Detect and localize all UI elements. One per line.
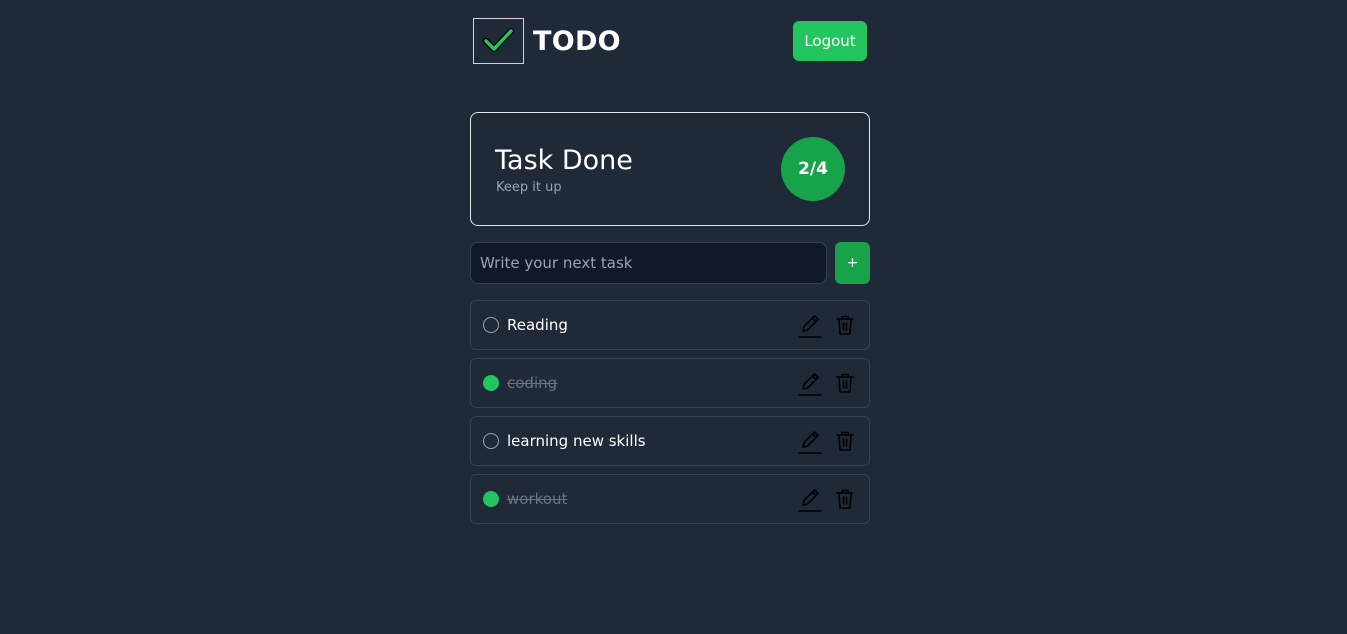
trash-icon[interactable] (834, 313, 856, 337)
task-status-toggle[interactable] (483, 317, 499, 333)
logout-button[interactable]: Logout (793, 21, 867, 61)
add-task-button[interactable]: + (835, 242, 870, 284)
task-label: coding (507, 374, 558, 392)
task-status-toggle[interactable] (483, 433, 499, 449)
edit-icon[interactable] (798, 371, 822, 397)
trash-icon[interactable] (834, 487, 856, 511)
task-item: Reading (470, 300, 870, 350)
app-header: TODO Logout (473, 18, 867, 64)
progress-counter: 2/4 (781, 137, 845, 201)
task-status-toggle[interactable] (483, 375, 499, 391)
task-list: Reading coding learning new skills worko… (470, 300, 870, 532)
summary-title: Task Done (495, 145, 633, 176)
task-label: workout (507, 490, 568, 508)
task-item: workout (470, 474, 870, 524)
task-status-toggle[interactable] (483, 491, 499, 507)
trash-icon[interactable] (834, 429, 856, 453)
edit-icon[interactable] (798, 313, 822, 339)
task-item: learning new skills (470, 416, 870, 466)
summary-subtitle: Keep it up (496, 180, 562, 195)
new-task-input[interactable] (470, 242, 827, 284)
task-item: coding (470, 358, 870, 408)
edit-icon[interactable] (798, 429, 822, 455)
task-label: Reading (507, 316, 568, 334)
trash-icon[interactable] (834, 371, 856, 395)
checkmark-icon (473, 18, 524, 64)
task-summary-card: Task Done Keep it up 2/4 (470, 112, 870, 226)
app-brand: TODO (533, 26, 621, 57)
edit-icon[interactable] (798, 487, 822, 513)
task-label: learning new skills (507, 432, 646, 450)
